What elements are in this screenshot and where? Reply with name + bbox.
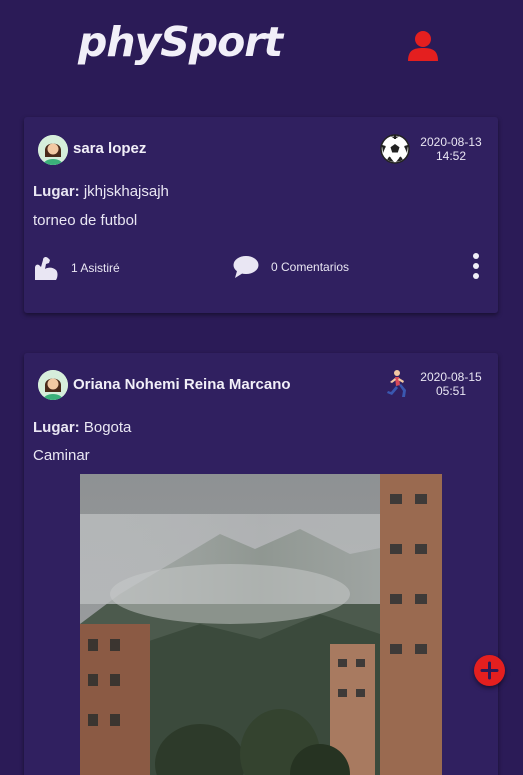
app-header: phySport: [0, 0, 523, 95]
running-person-icon: [379, 368, 411, 400]
post-photo[interactable]: [80, 474, 442, 775]
post-author-name[interactable]: Oriana Nohemi Reina Marcano: [73, 376, 291, 393]
comments-button[interactable]: 0 Comentarios: [233, 255, 349, 279]
post-card: Oriana Nohemi Reina Marcano 2020-08-15 0…: [24, 353, 498, 775]
post-date: 2020-08-13: [420, 135, 482, 149]
post-time: 14:52: [435, 149, 467, 163]
location-label: Lugar:: [33, 183, 80, 200]
post-datetime: 2020-08-13 14:52: [414, 135, 488, 163]
attend-label: 1 Asistiré: [71, 261, 120, 275]
post-date: 2020-08-15: [420, 370, 482, 384]
attend-button[interactable]: 1 Asistiré: [33, 255, 120, 281]
profile-button[interactable]: [405, 28, 441, 64]
post-location: Lugar: jkhjskhajsajh: [33, 183, 169, 200]
post-author-name[interactable]: sara lopez: [73, 140, 146, 157]
post-time: 05:51: [435, 384, 467, 398]
woman-avatar-icon[interactable]: [38, 135, 68, 165]
soccer-ball-icon: [379, 133, 411, 165]
post-card: sara lopez 2020-08-13 14:52 Lugar: jkhjs…: [24, 117, 498, 313]
comments-label: 0 Comentarios: [271, 260, 350, 274]
plus-icon: [480, 661, 499, 680]
flexed-arm-icon: [35, 256, 58, 280]
location-value: jkhjskhajsajh: [83, 183, 169, 200]
post-description: torneo de futbol: [33, 212, 138, 229]
app-logo[interactable]: phySport: [78, 18, 283, 66]
user-icon: [408, 31, 438, 61]
post-datetime: 2020-08-15 05:51: [414, 370, 488, 398]
post-location: Lugar: Bogota: [33, 419, 131, 436]
location-value: Bogota: [83, 419, 132, 436]
woman-avatar-icon[interactable]: [38, 370, 68, 400]
location-label: Lugar:: [33, 419, 80, 436]
add-post-button[interactable]: [474, 655, 505, 686]
post-description: Caminar: [33, 447, 90, 464]
speech-bubble-icon: [233, 256, 259, 278]
more-vertical-icon[interactable]: [470, 253, 482, 283]
